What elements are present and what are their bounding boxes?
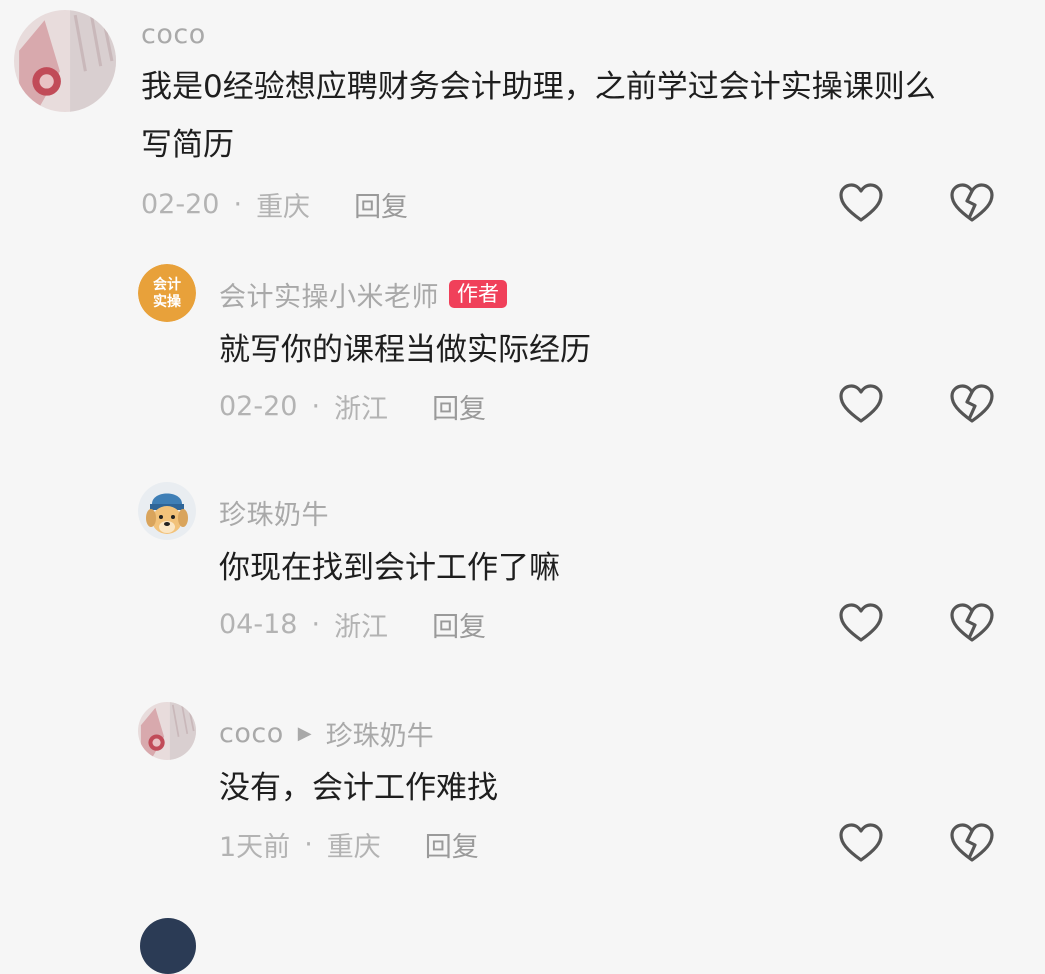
- comment-location: 重庆: [326, 831, 381, 863]
- comment-meta: 02-20 · 重庆 回复: [141, 185, 408, 224]
- comment-location: 浙江: [334, 393, 389, 425]
- comment-meta: 1天前 · 重庆 回复: [219, 825, 479, 864]
- username[interactable]: 珍珠奶牛: [219, 493, 329, 532]
- username[interactable]: 会计实操小米老师: [219, 275, 439, 314]
- username[interactable]: coco: [219, 718, 284, 749]
- avatar[interactable]: [14, 10, 116, 112]
- heart-outline-icon[interactable]: [837, 600, 885, 648]
- avatar[interactable]: [138, 482, 196, 540]
- comment-date: 1天前: [219, 831, 291, 863]
- username[interactable]: coco: [141, 19, 206, 50]
- reply-button[interactable]: 回复: [425, 825, 479, 864]
- heart-outline-icon[interactable]: [837, 180, 885, 228]
- avatar[interactable]: [138, 702, 196, 760]
- separator-dot: ·: [311, 390, 321, 422]
- avatar[interactable]: 会计 实操: [138, 264, 196, 322]
- separator-dot: ·: [311, 608, 321, 640]
- comment-date: 02-20: [219, 390, 298, 422]
- heart-outline-icon[interactable]: [837, 820, 885, 868]
- comment-text: 就写你的课程当做实际经历: [219, 332, 591, 368]
- broken-heart-icon[interactable]: [948, 820, 996, 868]
- comment-location: 浙江: [334, 611, 389, 643]
- comment-text: 我是0经验想应聘财务会计助理，之前学过会计实操课则么 写简历: [141, 58, 936, 174]
- comment-text-line: 我是0经验想应聘财务会计助理，之前学过会计实操课则么: [141, 69, 936, 105]
- broken-heart-icon[interactable]: [948, 180, 996, 228]
- comment-location: 重庆: [256, 191, 311, 223]
- author-badge: 作者: [449, 280, 507, 308]
- comment-text-line: 写简历: [141, 127, 234, 163]
- reply-button[interactable]: 回复: [432, 387, 486, 426]
- comment-text: 你现在找到会计工作了嘛: [219, 550, 560, 586]
- comment-date: 04-18: [219, 608, 298, 640]
- separator-dot: ·: [233, 188, 243, 220]
- separator-dot: ·: [304, 828, 313, 860]
- heart-outline-icon[interactable]: [837, 381, 885, 429]
- reply-target-username[interactable]: 珍珠奶牛: [326, 714, 434, 753]
- avatar-text: 实操: [153, 293, 182, 310]
- broken-heart-icon[interactable]: [948, 381, 996, 429]
- reply-button[interactable]: 回复: [432, 605, 486, 644]
- broken-heart-icon[interactable]: [948, 600, 996, 648]
- comment-text: 没有，会计工作难找: [219, 770, 498, 806]
- reply-button[interactable]: 回复: [354, 185, 408, 224]
- comment-meta: 04-18 · 浙江 回复: [219, 605, 486, 644]
- triangle-right-icon: ▶: [297, 722, 312, 744]
- comment-meta: 02-20 · 浙江 回复: [219, 387, 486, 426]
- avatar-text: 会计: [153, 276, 181, 293]
- avatar[interactable]: [140, 918, 196, 974]
- comment-date: 02-20: [141, 188, 220, 220]
